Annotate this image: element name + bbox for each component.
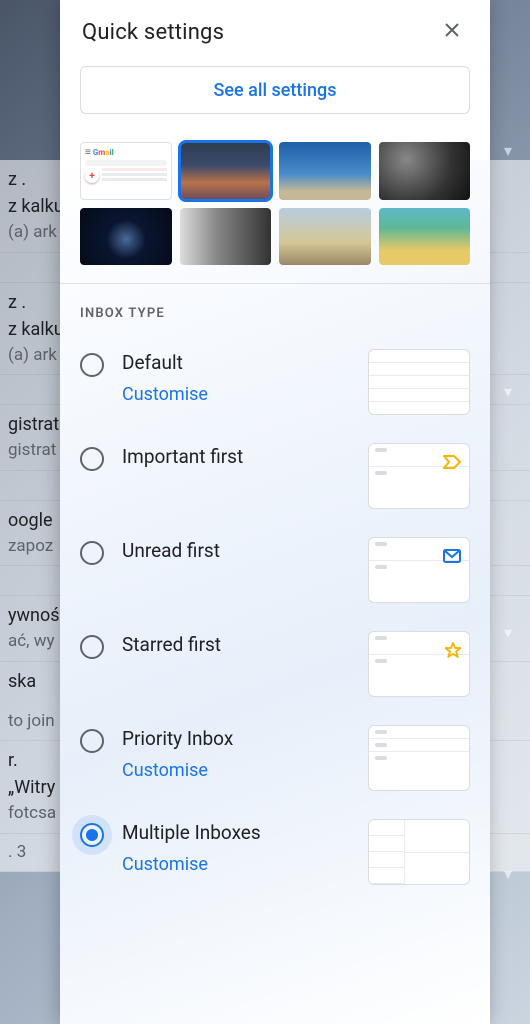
option-label: Multiple Inboxes: [122, 821, 350, 846]
customise-link[interactable]: Customise: [122, 854, 350, 875]
see-all-settings-button[interactable]: See all settings: [80, 66, 470, 114]
theme-planet[interactable]: [80, 208, 172, 266]
chevron-down-icon: ▾: [504, 382, 522, 401]
inbox-option-important-first[interactable]: Important first: [80, 429, 470, 523]
theme-default[interactable]: Gmail: [80, 142, 172, 200]
option-label: Priority Inbox: [122, 727, 350, 752]
inbox-option-starred-first[interactable]: Starred first: [80, 617, 470, 711]
preview-priority: [368, 725, 470, 791]
option-label: Default: [122, 351, 350, 376]
important-icon: [443, 454, 461, 473]
preview-unread: [368, 537, 470, 603]
radio-icon: [80, 635, 104, 659]
preview-default: [368, 349, 470, 415]
inbox-type-label: INBOX TYPE: [80, 306, 470, 321]
preview-important: [368, 443, 470, 509]
theme-grid: Gmail: [80, 142, 470, 265]
preview-multiple: [368, 819, 470, 885]
theme-seashore[interactable]: [279, 208, 371, 266]
inbox-option-unread-first[interactable]: Unread first: [80, 523, 470, 617]
settings-scroll-area[interactable]: Gmail INBOX TYPE Default Custo: [60, 132, 490, 1024]
theme-beach[interactable]: [379, 208, 471, 266]
close-button[interactable]: [436, 16, 468, 48]
radio-icon: [80, 823, 104, 847]
panel-title: Quick settings: [82, 20, 224, 45]
option-label: Starred first: [122, 633, 350, 658]
theme-pipes[interactable]: [379, 142, 471, 200]
chevron-down-icon: ▾: [504, 623, 522, 642]
close-icon: [442, 20, 462, 44]
radio-icon: [80, 447, 104, 471]
option-label: Unread first: [122, 539, 350, 564]
option-label: Important first: [122, 445, 350, 470]
quick-settings-panel: Quick settings See all settings Gmail: [60, 0, 490, 1024]
radio-icon: [80, 729, 104, 753]
mail-icon: [443, 548, 461, 567]
preview-starred: [368, 631, 470, 697]
inbox-option-multiple[interactable]: Multiple Inboxes Customise: [80, 805, 470, 899]
inbox-option-priority[interactable]: Priority Inbox Customise: [80, 711, 470, 805]
collapse-chevrons: ▾ ▾ ▾ ▾: [504, 0, 522, 1024]
theme-sunset-clouds[interactable]: [180, 142, 272, 200]
customise-link[interactable]: Customise: [122, 384, 350, 405]
theme-architecture[interactable]: [279, 142, 371, 200]
star-icon: [445, 642, 461, 662]
chevron-down-icon: ▾: [504, 864, 522, 883]
radio-icon: [80, 353, 104, 377]
customise-link[interactable]: Customise: [122, 760, 350, 781]
inbox-option-default[interactable]: Default Customise: [80, 335, 470, 429]
theme-bw-building[interactable]: [180, 208, 272, 266]
chevron-down-icon: ▾: [504, 141, 522, 160]
radio-icon: [80, 541, 104, 565]
